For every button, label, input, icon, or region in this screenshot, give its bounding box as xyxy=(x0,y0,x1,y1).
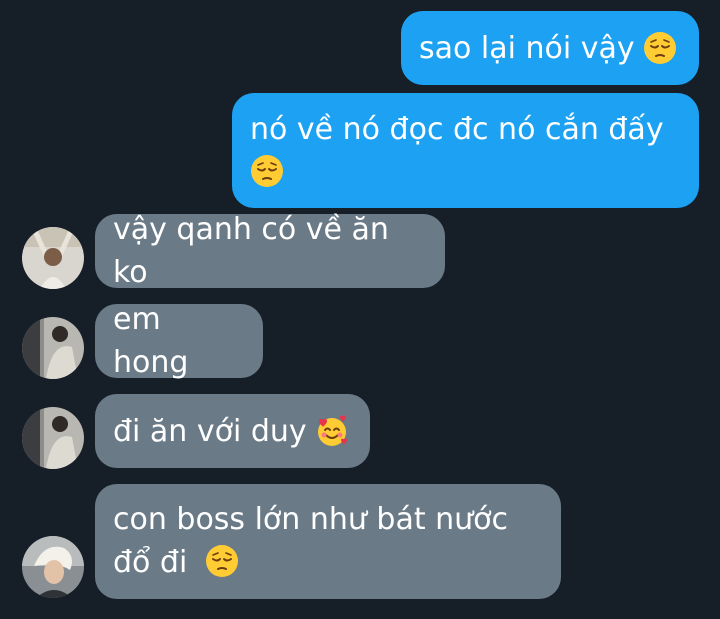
message-text: vậy qanh có về ăn ko xyxy=(113,212,389,290)
pensive-face-emoji-icon xyxy=(643,31,677,65)
smiling-face-with-hearts-emoji-icon xyxy=(315,414,349,448)
chat-thread: sao lại nói vậy nó về nó đọc đc nó cắn đ… xyxy=(0,0,720,619)
message-text-line-1: con boss lớn như bát nước xyxy=(113,502,509,537)
message-text-line-1: nó về nó đọc đc nó cắn đấy xyxy=(250,112,664,147)
outgoing-message[interactable]: sao lại nói vậy xyxy=(401,11,699,85)
incoming-message[interactable]: vậy qanh có về ăn ko xyxy=(95,212,445,290)
message-text: sao lại nói vậy xyxy=(419,30,635,66)
message-text-line-2: đổ đi xyxy=(113,541,543,584)
message-text-line-2 xyxy=(250,151,681,194)
pensive-face-emoji-icon xyxy=(250,154,284,188)
avatar[interactable] xyxy=(22,227,84,289)
pensive-face-emoji-icon xyxy=(205,544,239,578)
outgoing-message[interactable]: nó về nó đọc đc nó cắn đấy xyxy=(232,93,699,208)
avatar[interactable] xyxy=(22,536,84,598)
avatar[interactable] xyxy=(22,407,84,469)
message-text: em hong xyxy=(113,302,189,380)
message-text: đổ đi xyxy=(113,545,188,580)
incoming-message[interactable]: em hong xyxy=(95,302,263,380)
incoming-message[interactable]: đi ăn với duy xyxy=(95,394,370,468)
message-text: đi ăn với duy xyxy=(113,413,307,449)
incoming-message[interactable]: con boss lớn như bát nước đổ đi xyxy=(95,484,561,599)
avatar[interactable] xyxy=(22,317,84,379)
